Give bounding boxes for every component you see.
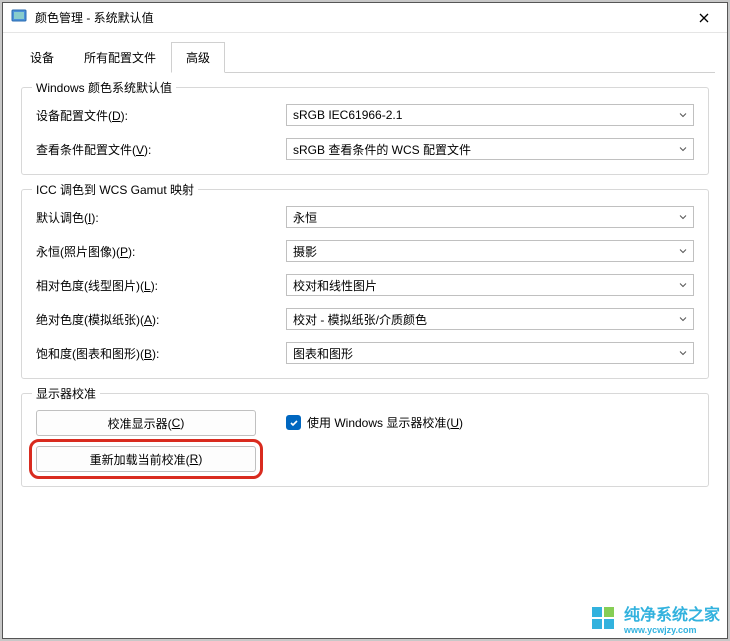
group-icc-gamut-legend: ICC 调色到 WCS Gamut 映射 [32,181,198,198]
content-area: 设备 所有配置文件 高级 Windows 颜色系统默认值 设备配置文件(D): … [3,33,727,519]
use-windows-calibration-label: 使用 Windows 显示器校准(U) [307,414,463,431]
row-view-conditions: 查看条件配置文件(V): sRGB 查看条件的 WCS 配置文件 [36,138,694,160]
chevron-down-icon [679,244,687,258]
label-default-intent: 默认调色(I): [36,209,286,226]
row-permanent: 永恒(照片图像)(P): 摄影 [36,240,694,262]
label-permanent: 永恒(照片图像)(P): [36,243,286,260]
group-display-calibration-legend: 显示器校准 [32,385,100,402]
row-absolute: 绝对色度(模拟纸张)(A): 校对 - 模拟纸张/介质颜色 [36,308,694,330]
select-saturation-value: 图表和图形 [293,345,353,362]
group-windows-defaults: Windows 颜色系统默认值 设备配置文件(D): sRGB IEC61966… [21,87,709,175]
chevron-down-icon [679,210,687,224]
label-absolute: 绝对色度(模拟纸张)(A): [36,311,286,328]
group-display-calibration: 显示器校准 校准显示器(C) 重新加载当前校准(R) 使用 Windows 显示… [21,393,709,487]
row-relative: 相对色度(线型图片)(L): 校对和线性图片 [36,274,694,296]
label-relative: 相对色度(线型图片)(L): [36,277,286,294]
select-absolute-value: 校对 - 模拟纸张/介质颜色 [293,311,427,328]
select-saturation[interactable]: 图表和图形 [286,342,694,364]
select-absolute[interactable]: 校对 - 模拟纸张/介质颜色 [286,308,694,330]
select-default-intent-value: 永恒 [293,209,317,226]
use-windows-calibration-row: 使用 Windows 显示器校准(U) [286,414,463,431]
label-device-profile: 设备配置文件(D): [36,107,286,124]
watermark-logo-icon [592,607,618,629]
window: 颜色管理 - 系统默认值 设备 所有配置文件 高级 Windows 颜色系统默认… [2,2,728,639]
group-windows-defaults-legend: Windows 颜色系统默认值 [32,79,176,96]
window-title: 颜色管理 - 系统默认值 [35,9,154,26]
titlebar: 颜色管理 - 系统默认值 [3,3,727,33]
chevron-down-icon [679,108,687,122]
watermark-text: 纯净系统之家 [624,601,720,625]
label-saturation: 饱和度(图表和图形)(B): [36,345,286,362]
row-device-profile: 设备配置文件(D): sRGB IEC61966-2.1 [36,104,694,126]
select-device-profile-value: sRGB IEC61966-2.1 [293,108,402,122]
tab-device[interactable]: 设备 [15,42,69,73]
app-icon [11,8,27,27]
row-saturation: 饱和度(图表和图形)(B): 图表和图形 [36,342,694,364]
select-view-conditions-value: sRGB 查看条件的 WCS 配置文件 [293,141,471,158]
tab-profiles[interactable]: 所有配置文件 [69,42,171,73]
watermark-url: www.ycwjzy.com [624,625,720,635]
select-device-profile[interactable]: sRGB IEC61966-2.1 [286,104,694,126]
watermark: 纯净系统之家 www.ycwjzy.com [592,601,720,635]
select-permanent[interactable]: 摄影 [286,240,694,262]
row-default-intent: 默认调色(I): 永恒 [36,206,694,228]
select-permanent-value: 摄影 [293,243,317,260]
tab-advanced[interactable]: 高级 [171,42,225,73]
tabs: 设备 所有配置文件 高级 [15,41,715,73]
select-default-intent[interactable]: 永恒 [286,206,694,228]
chevron-down-icon [679,278,687,292]
chevron-down-icon [679,346,687,360]
select-relative-value: 校对和线性图片 [293,277,377,294]
select-view-conditions[interactable]: sRGB 查看条件的 WCS 配置文件 [286,138,694,160]
chevron-down-icon [679,142,687,156]
select-relative[interactable]: 校对和线性图片 [286,274,694,296]
label-view-conditions: 查看条件配置文件(V): [36,141,286,158]
group-icc-gamut: ICC 调色到 WCS Gamut 映射 默认调色(I): 永恒 永恒(照片图像… [21,189,709,379]
reload-calibration-button[interactable]: 重新加载当前校准(R) [36,446,256,472]
tab-panel-advanced: Windows 颜色系统默认值 设备配置文件(D): sRGB IEC61966… [15,73,715,507]
chevron-down-icon [679,312,687,326]
use-windows-calibration-checkbox[interactable] [286,415,301,430]
close-button[interactable] [681,3,727,33]
calibrate-display-button[interactable]: 校准显示器(C) [36,410,256,436]
